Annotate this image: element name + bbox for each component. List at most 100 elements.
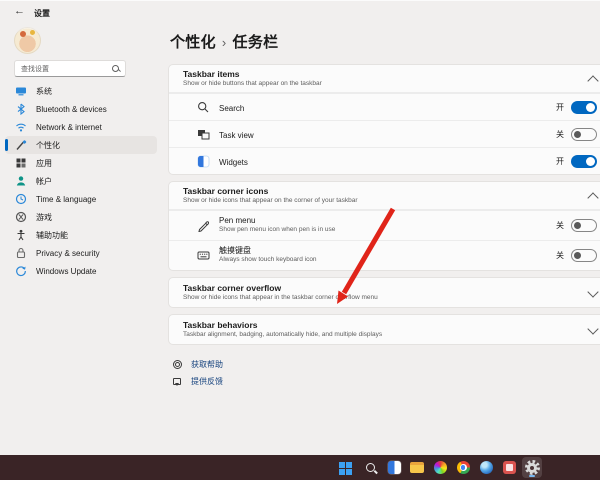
sidebar-item-label: 个性化 — [36, 140, 60, 151]
sidebar-item-label: 帐户 — [36, 176, 52, 187]
setting-sublabel: Show pen menu icon when pen is in use — [219, 226, 556, 234]
widgets-icon — [197, 155, 210, 168]
search-placeholder: 查找设置 — [15, 64, 112, 74]
setting-label: Widgets — [219, 158, 248, 167]
pinwheel-icon — [434, 461, 447, 474]
wifi-icon — [15, 121, 27, 133]
help-icon — [172, 359, 183, 370]
sidebar-item-network[interactable]: Network & internet — [5, 118, 157, 136]
breadcrumb-separator-icon: › — [222, 35, 227, 50]
media-app-icon — [503, 461, 516, 474]
start-button[interactable] — [338, 457, 358, 478]
expander-taskbar-items[interactable]: Taskbar items Show or hide buttons that … — [169, 65, 600, 93]
sidebar-item-label: 辅助功能 — [36, 230, 68, 241]
search-input[interactable]: 查找设置 — [14, 60, 126, 77]
monitor-icon — [15, 85, 27, 97]
person-icon — [15, 175, 27, 187]
avatar — [14, 27, 41, 54]
media-app-button[interactable] — [499, 457, 519, 478]
setting-row-pen-menu: Pen menu Show pen menu icon when pen is … — [169, 210, 600, 240]
globe-icon — [480, 461, 493, 474]
titlebar: ← 设置 — [0, 0, 600, 23]
taskbar-search-button[interactable] — [361, 457, 381, 478]
back-button[interactable]: ← — [14, 5, 25, 17]
sidebar-item-windows-update[interactable]: Windows Update — [5, 262, 157, 280]
bluetooth-icon — [15, 103, 27, 115]
search-icon — [197, 101, 210, 114]
setting-row-widgets: Widgets 开 — [169, 147, 600, 174]
search-icon — [365, 462, 377, 474]
toggle-widgets[interactable] — [571, 155, 597, 168]
folder-icon — [410, 462, 424, 473]
taskbar-widgets-button[interactable] — [384, 457, 404, 478]
sidebar-item-accessibility[interactable]: 辅助功能 — [5, 226, 157, 244]
section-title: Taskbar behaviors — [183, 320, 581, 331]
card-taskbar-behaviors: Taskbar behaviors Taskbar alignment, bad… — [168, 314, 600, 345]
card-taskbar-corner-overflow: Taskbar corner overflow Show or hide ico… — [168, 277, 600, 308]
expander-corner-icons[interactable]: Taskbar corner icons Show or hide icons … — [169, 182, 600, 210]
expander-corner-overflow[interactable]: Taskbar corner overflow Show or hide ico… — [169, 278, 600, 307]
settings-app-button[interactable] — [522, 457, 542, 478]
keyboard-icon — [197, 249, 210, 262]
setting-label: Task view — [219, 131, 254, 140]
toggle-knob — [586, 157, 595, 166]
toggle-knob — [574, 252, 581, 259]
chrome-button[interactable] — [453, 457, 473, 478]
sidebar-item-bluetooth[interactable]: Bluetooth & devices — [5, 100, 157, 118]
toggle-task-view[interactable] — [571, 128, 597, 141]
chevron-down-icon — [587, 323, 598, 334]
toggle-state-label: 关 — [556, 220, 564, 231]
sidebar-item-accounts[interactable]: 帐户 — [5, 172, 157, 190]
toggle-touch-keyboard[interactable] — [571, 249, 597, 262]
setting-label: Pen menu — [219, 216, 556, 226]
chevron-down-icon — [587, 286, 598, 297]
toggle-pen-menu[interactable] — [571, 219, 597, 232]
settings-content: Taskbar items Show or hide buttons that … — [168, 64, 600, 390]
setting-row-search: Search 开 — [169, 93, 600, 120]
toggle-knob — [574, 131, 581, 138]
give-feedback-label: 提供反馈 — [191, 376, 223, 387]
give-feedback-link[interactable]: 提供反馈 — [168, 373, 600, 390]
setting-sublabel: Always show touch keyboard icon — [219, 256, 556, 264]
footer-links: 获取帮助 提供反馈 — [168, 356, 600, 390]
sidebar-item-label: Windows Update — [36, 267, 96, 276]
feedback-icon — [172, 376, 183, 387]
photos-app-button[interactable] — [430, 457, 450, 478]
clock-icon — [15, 193, 27, 205]
section-title: Taskbar corner icons — [183, 186, 581, 197]
sidebar-item-personalization[interactable]: 个性化 — [5, 136, 157, 154]
toggle-search[interactable] — [571, 101, 597, 114]
accessibility-icon — [15, 229, 27, 241]
breadcrumb: 个性化›任务栏 — [170, 31, 278, 52]
file-explorer-button[interactable] — [407, 457, 427, 478]
search-icon — [112, 65, 120, 73]
toggle-state-label: 关 — [556, 129, 564, 140]
expander-taskbar-behaviors[interactable]: Taskbar behaviors Taskbar alignment, bad… — [169, 315, 600, 344]
get-help-link[interactable]: 获取帮助 — [168, 356, 600, 373]
sidebar-item-label: 应用 — [36, 158, 52, 169]
breadcrumb-root[interactable]: 个性化 — [170, 34, 216, 51]
toggle-knob — [586, 103, 595, 112]
section-title: Taskbar items — [183, 69, 581, 80]
sidebar-item-system[interactable]: 系统 — [5, 82, 157, 100]
chrome-icon — [457, 461, 470, 474]
pen-icon — [197, 219, 210, 232]
setting-label: Search — [219, 104, 244, 113]
sidebar-item-label: 系统 — [36, 86, 52, 97]
toggle-state-label: 关 — [556, 250, 564, 261]
setting-row-task-view: Task view 关 — [169, 120, 600, 147]
sidebar-item-label: Bluetooth & devices — [36, 105, 107, 114]
sidebar-item-time-language[interactable]: Time & language — [5, 190, 157, 208]
taskbar-icons — [338, 457, 545, 478]
update-icon — [15, 265, 27, 277]
section-subtitle: Show or hide buttons that appear on the … — [183, 80, 581, 88]
window-title: 设置 — [34, 8, 50, 19]
sidebar-item-privacy[interactable]: Privacy & security — [5, 244, 157, 262]
chevron-up-icon — [587, 75, 598, 86]
gear-icon — [525, 460, 540, 475]
maps-app-button[interactable] — [476, 457, 496, 478]
toggle-knob — [574, 222, 581, 229]
setting-row-touch-keyboard: 触摸键盘 Always show touch keyboard icon 关 — [169, 240, 600, 270]
sidebar-item-gaming[interactable]: 游戏 — [5, 208, 157, 226]
sidebar-item-apps[interactable]: 应用 — [5, 154, 157, 172]
